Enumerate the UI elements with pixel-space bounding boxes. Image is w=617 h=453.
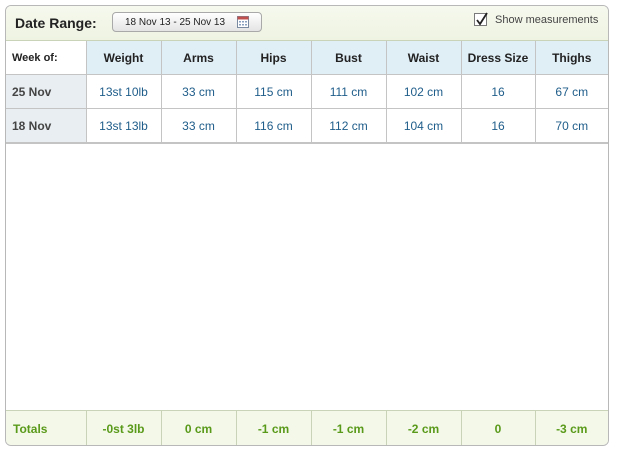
cell-weight: 13st 13lb [85,108,162,143]
cell-weight: 13st 10lb [85,74,162,109]
show-measurements-checkbox[interactable] [474,12,488,26]
table-empty-area [6,143,608,410]
cell-waist: 104 cm [385,108,462,143]
column-header-weight: Weight [85,41,162,75]
panel-header: Date Range: 18 Nov 13 - 25 Nov 13 Show m… [6,6,608,41]
column-header-waist: Waist [385,41,462,75]
week-of-header: Week of: [6,41,87,75]
cell-thighs: 70 cm [534,108,608,143]
cell-hips: 116 cm [235,108,312,143]
column-header-bust: Bust [310,41,387,75]
total-arms: 0 cm [160,410,237,445]
calendar-icon[interactable] [237,16,249,28]
table-row: 18 Nov 13st 13lb 33 cm 116 cm 112 cm 104… [6,108,608,143]
total-bust: -1 cm [310,410,387,445]
totals-row: Totals -0st 3lb 0 cm -1 cm -1 cm -2 cm 0… [6,410,608,445]
checkmark-icon [476,12,488,26]
cell-bust: 111 cm [310,74,387,109]
total-weight: -0st 3lb [85,410,162,445]
cell-arms: 33 cm [160,108,237,143]
column-header-dress-size: Dress Size [460,41,536,75]
row-date: 25 Nov [6,74,87,109]
date-range-label: Date Range: [15,15,97,31]
show-measurements-label: Show measurements [495,14,599,26]
cell-dress-size: 16 [460,108,536,143]
date-range-value: 18 Nov 13 - 25 Nov 13 [125,17,226,28]
column-header-arms: Arms [160,41,237,75]
measurements-table: Week of: Weight Arms Hips Bust Waist Dre… [6,41,608,143]
totals-table: Totals -0st 3lb 0 cm -1 cm -1 cm -2 cm 0… [6,410,608,445]
date-range-picker-button[interactable]: 18 Nov 13 - 25 Nov 13 [112,12,262,32]
column-header-thighs: Thighs [534,41,608,75]
table-row: 25 Nov 13st 10lb 33 cm 115 cm 111 cm 102… [6,74,608,109]
table-header-row: Week of: Weight Arms Hips Bust Waist Dre… [6,41,608,75]
total-waist: -2 cm [385,410,462,445]
total-thighs: -3 cm [534,410,608,445]
total-dress-size: 0 [460,410,536,445]
cell-arms: 33 cm [160,74,237,109]
cell-waist: 102 cm [385,74,462,109]
cell-dress-size: 16 [460,74,536,109]
cell-bust: 112 cm [310,108,387,143]
row-date: 18 Nov [6,108,87,143]
measurements-panel: Date Range: 18 Nov 13 - 25 Nov 13 Show m… [5,5,609,446]
column-header-hips: Hips [235,41,312,75]
cell-hips: 115 cm [235,74,312,109]
cell-thighs: 67 cm [534,74,608,109]
total-hips: -1 cm [235,410,312,445]
totals-label: Totals [6,410,87,445]
